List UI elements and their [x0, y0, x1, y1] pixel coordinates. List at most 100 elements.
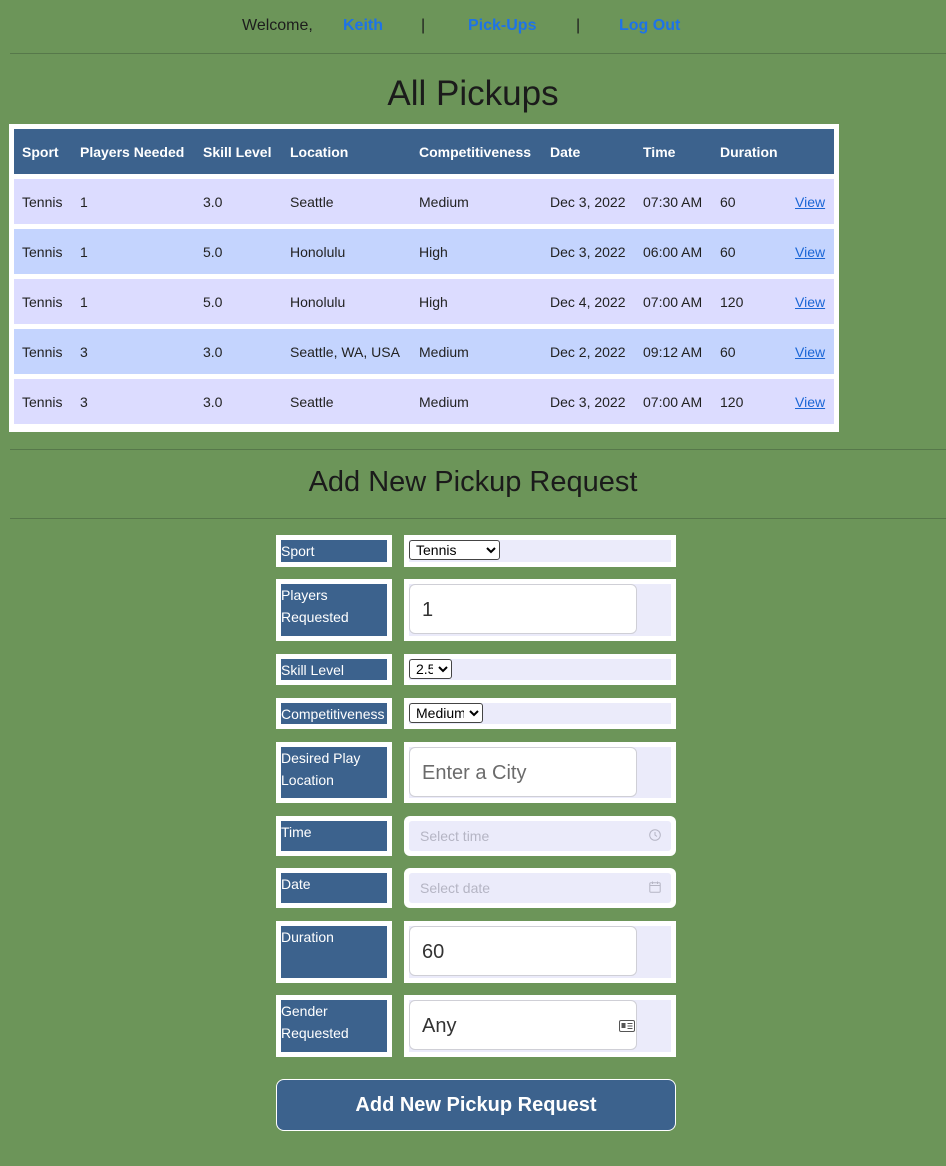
calendar-icon	[649, 881, 661, 893]
table-header-row: Sport Players Needed Skill Level Locatio…	[14, 129, 834, 174]
duration-label: Duration	[281, 926, 387, 978]
location-field-bg: Enter a City	[409, 747, 671, 798]
cell-players: 3	[72, 329, 195, 374]
gender-label: Gender Requested	[281, 1000, 387, 1052]
time-row: Time Select time	[276, 816, 676, 856]
cell-skill: 5.0	[195, 229, 282, 274]
pickups-link[interactable]: Pick-Ups	[468, 17, 536, 35]
duration-row: Duration 60	[276, 921, 676, 983]
view-link[interactable]: View	[795, 194, 825, 210]
gender-label-box: Gender Requested	[276, 995, 392, 1057]
date-picker[interactable]: Select date	[409, 873, 671, 903]
cell-players: 1	[72, 229, 195, 274]
cell-players: 3	[72, 379, 195, 424]
sport-label-box: Sport	[276, 535, 392, 567]
location-label-box: Desired Play Location	[276, 742, 392, 803]
gender-input[interactable]: Any	[409, 1000, 637, 1050]
location-input[interactable]: Enter a City	[409, 747, 637, 797]
competitiveness-row: Competitiveness Medium	[276, 698, 676, 729]
cell-skill: 3.0	[195, 379, 282, 424]
date-label: Date	[281, 873, 387, 903]
duration-input[interactable]: 60	[409, 926, 637, 976]
gender-field-bg: Any	[409, 1000, 671, 1052]
date-field-box: Select date	[404, 868, 676, 908]
cell-action: View	[787, 279, 834, 324]
cell-location: Seattle	[282, 379, 411, 424]
sport-label: Sport	[281, 540, 387, 562]
cell-time: 06:00 AM	[635, 229, 712, 274]
competitiveness-field-box: Medium	[404, 698, 676, 729]
players-input[interactable]: 1	[409, 584, 637, 634]
user-link[interactable]: Keith	[343, 17, 383, 35]
cell-time: 07:00 AM	[635, 279, 712, 324]
duration-label-box: Duration	[276, 921, 392, 983]
cell-players: 1	[72, 179, 195, 224]
clock-icon	[649, 829, 661, 841]
skill-field-bg: 2.5	[409, 659, 671, 680]
time-label: Time	[281, 821, 387, 851]
players-label-box: Players Requested	[276, 579, 392, 641]
view-link[interactable]: View	[795, 394, 825, 410]
logout-link[interactable]: Log Out	[619, 17, 680, 35]
players-field-box: 1	[404, 579, 676, 641]
cell-skill: 3.0	[195, 329, 282, 374]
view-link[interactable]: View	[795, 344, 825, 360]
gender-row: Gender Requested Any	[276, 995, 676, 1057]
form-title: Add New Pickup Request	[308, 466, 638, 498]
cell-location: Seattle	[282, 179, 411, 224]
pickups-table: Sport Players Needed Skill Level Locatio…	[14, 124, 834, 429]
col-header-duration: Duration	[712, 129, 787, 174]
sport-select[interactable]: Tennis	[409, 540, 500, 560]
top-nav: Welcome, Keith | Pick-Ups | Log Out	[0, 0, 946, 52]
cell-date: Dec 3, 2022	[542, 179, 635, 224]
view-link[interactable]: View	[795, 294, 825, 310]
location-row: Desired Play Location Enter a City	[276, 742, 676, 803]
cell-duration: 120	[712, 279, 787, 324]
divider	[10, 518, 946, 519]
gender-field-box: Any	[404, 995, 676, 1057]
time-placeholder: Select time	[420, 828, 490, 844]
time-field-box: Select time	[404, 816, 676, 856]
competitiveness-label: Competitiveness	[281, 703, 387, 724]
welcome-text: Welcome,	[242, 17, 313, 34]
skill-row: Skill Level 2.5	[276, 654, 676, 685]
duration-field-box: 60	[404, 921, 676, 983]
table-row: Tennis 1 3.0 Seattle Medium Dec 3, 2022 …	[14, 179, 834, 224]
col-header-time: Time	[635, 129, 712, 174]
col-header-action	[787, 129, 834, 174]
cell-duration: 60	[712, 229, 787, 274]
skill-field-box: 2.5	[404, 654, 676, 685]
cell-competitiveness: High	[411, 229, 542, 274]
cell-action: View	[787, 379, 834, 424]
cell-location: Honolulu	[282, 279, 411, 324]
sport-field-bg: Tennis	[409, 540, 671, 562]
nav-separator: |	[421, 17, 426, 34]
cell-sport: Tennis	[14, 179, 72, 224]
view-link[interactable]: View	[795, 244, 825, 260]
cell-date: Dec 3, 2022	[542, 229, 635, 274]
table-row: Tennis 3 3.0 Seattle, WA, USA Medium Dec…	[14, 329, 834, 374]
cell-skill: 5.0	[195, 279, 282, 324]
sport-row: Sport Tennis	[276, 535, 676, 567]
skill-select[interactable]: 2.5	[409, 659, 452, 679]
time-picker[interactable]: Select time	[409, 821, 671, 851]
add-pickup-button[interactable]: Add New Pickup Request	[276, 1079, 676, 1131]
cell-sport: Tennis	[14, 329, 72, 374]
cell-duration: 120	[712, 379, 787, 424]
table-row: Tennis 3 3.0 Seattle Medium Dec 3, 2022 …	[14, 379, 834, 424]
contact-card-icon	[619, 1020, 635, 1032]
page-title: All Pickups	[387, 74, 559, 113]
divider	[10, 53, 946, 54]
cell-action: View	[787, 329, 834, 374]
cell-players: 1	[72, 279, 195, 324]
col-header-skill: Skill Level	[195, 129, 282, 174]
location-field-box: Enter a City	[404, 742, 676, 803]
date-placeholder: Select date	[420, 880, 491, 896]
cell-competitiveness: High	[411, 279, 542, 324]
duration-field-bg: 60	[409, 926, 671, 978]
cell-duration: 60	[712, 329, 787, 374]
competitiveness-select[interactable]: Medium	[409, 703, 483, 723]
skill-label: Skill Level	[281, 659, 387, 680]
cell-location: Honolulu	[282, 229, 411, 274]
table-row: Tennis 1 5.0 Honolulu High Dec 4, 2022 0…	[14, 279, 834, 324]
